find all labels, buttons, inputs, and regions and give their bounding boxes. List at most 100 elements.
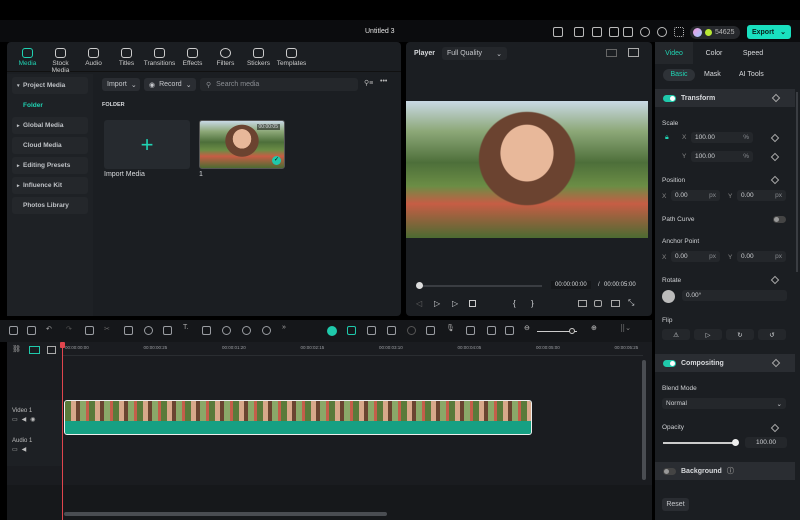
sidebar-item-cloud-media[interactable]: Cloud Media [12, 137, 88, 154]
send-icon[interactable] [574, 27, 584, 37]
sidebar-item-editing-presets[interactable]: ▸Editing Presets [12, 157, 88, 174]
credits-badge[interactable]: 54625 [690, 26, 740, 39]
blend-mode-dropdown[interactable]: Normal⌄ [662, 398, 786, 409]
tab-color[interactable]: Color [695, 42, 733, 64]
compositing-toggle[interactable] [663, 360, 676, 367]
preview-play-icon[interactable] [407, 326, 416, 335]
import-dropdown[interactable]: Import⌄ [102, 78, 140, 91]
stop-icon[interactable] [469, 300, 476, 307]
gift-icon[interactable] [553, 27, 563, 37]
save-icon[interactable] [623, 27, 633, 37]
flip-vertical-button[interactable]: ⚠︎ [662, 329, 690, 340]
replace-icon[interactable] [487, 326, 496, 335]
camera-icon[interactable] [594, 300, 602, 307]
microphone-icon[interactable]: 🎙︎ [446, 324, 455, 332]
track-manager-icon[interactable] [47, 346, 56, 354]
play-icon[interactable]: ▷ [452, 299, 458, 308]
project-icon[interactable] [592, 27, 602, 37]
path-curve-toggle[interactable] [773, 216, 786, 223]
keyframe-icon[interactable] [772, 359, 780, 367]
layout-grid-icon[interactable] [9, 326, 18, 335]
rotate-ccw-button[interactable]: ↺ [758, 329, 786, 340]
playhead-line[interactable] [62, 342, 63, 520]
audio-tool-icon[interactable] [163, 326, 172, 335]
mark-out-icon[interactable]: } [531, 299, 534, 308]
fullscreen-icon[interactable]: ⤡ [628, 298, 634, 308]
zoom-slider-knob[interactable] [569, 328, 575, 334]
undo-icon[interactable]: ↶ [46, 325, 52, 333]
keyframe-icon[interactable] [771, 134, 779, 142]
tab-transitions[interactable]: Transitions [143, 46, 176, 71]
color-icon[interactable] [242, 326, 251, 335]
search-input[interactable]: ⚲Search media [200, 78, 358, 91]
position-y-input[interactable]: 0.00px [737, 190, 786, 201]
crop-icon[interactable] [124, 326, 133, 335]
tab-audio[interactable]: Audio [77, 46, 110, 71]
background-toggle[interactable] [663, 468, 676, 475]
fit-icon[interactable] [505, 326, 514, 335]
cloud-icon[interactable] [640, 27, 650, 37]
timer-icon[interactable] [222, 326, 231, 335]
sidebar-item-folder[interactable]: Folder [12, 97, 88, 114]
speed-icon[interactable] [144, 326, 153, 335]
tab-filters[interactable]: Filters [209, 46, 242, 71]
zoom-in-icon[interactable]: ⊕ [591, 324, 597, 332]
sidebar-item-photos-library[interactable]: Photos Library [12, 197, 88, 214]
keyframe-icon[interactable] [771, 153, 779, 161]
select-tool-icon[interactable] [27, 326, 36, 335]
track-layout-icon[interactable]: ⣿⌄ [620, 324, 631, 332]
cut-icon[interactable]: ✂ [104, 325, 110, 333]
opacity-input[interactable]: 100.00 [745, 437, 787, 448]
subtab-ai-tools[interactable]: AI Tools [739, 71, 764, 78]
tab-titles[interactable]: Titles [110, 46, 143, 71]
background-section-header[interactable]: Backgroundⓘ [655, 462, 795, 480]
zoom-out-icon[interactable]: ⊖ [524, 324, 530, 332]
add-track-icon[interactable] [29, 346, 40, 354]
scale-y-input[interactable]: 100.00% [691, 151, 753, 162]
subtab-mask[interactable]: Mask [704, 71, 721, 78]
display-icon[interactable] [578, 300, 587, 307]
sidebar-item-project-media[interactable]: ▾Project Media [12, 77, 88, 94]
anchor-x-input[interactable]: 0.00px [671, 251, 720, 262]
step-forward-icon[interactable]: ▷ [434, 299, 440, 308]
scrollbar[interactable] [796, 92, 798, 272]
keyframe-icon[interactable] [772, 94, 780, 102]
layout-icon[interactable] [609, 27, 619, 37]
vertical-scrollbar[interactable] [642, 360, 646, 480]
import-media-button[interactable]: + [104, 120, 190, 169]
export-button[interactable]: Export⌄ [747, 25, 791, 39]
lock-ratio-icon[interactable]: 🔒︎ [665, 134, 669, 142]
support-icon[interactable] [657, 27, 667, 37]
tab-media[interactable]: Media [11, 46, 44, 71]
sidebar-item-global-media[interactable]: ▸Global Media [12, 117, 88, 134]
text-tool-icon[interactable]: T. [183, 324, 188, 331]
folder-icon[interactable]: ▭ [12, 417, 22, 423]
eye-icon[interactable]: ◉ [30, 417, 39, 423]
video-clip[interactable] [64, 400, 532, 435]
tab-stickers[interactable]: Stickers [242, 46, 275, 71]
mark-in-icon[interactable]: { [513, 299, 516, 308]
shape-icon[interactable] [202, 326, 211, 335]
media-clip-thumbnail[interactable]: 00:00:05 ✓ [199, 120, 285, 169]
tab-templates[interactable]: Templates [275, 46, 308, 71]
render-icon[interactable] [387, 326, 396, 335]
folder-icon[interactable]: ▭ [12, 447, 22, 453]
transform-section-header[interactable]: Transform [655, 89, 795, 107]
snapshot-icon[interactable] [628, 48, 639, 57]
redo-icon[interactable]: ↷ [66, 325, 72, 333]
rotate-input[interactable]: 0.00° [682, 290, 787, 301]
snap-icon[interactable] [347, 326, 356, 335]
playhead-handle[interactable] [60, 342, 65, 348]
volume-icon[interactable]: ◀ [22, 417, 31, 423]
opacity-slider-knob[interactable] [732, 439, 739, 446]
rotate-dial[interactable] [662, 290, 675, 303]
tab-effects[interactable]: Effects [176, 46, 209, 71]
quality-dropdown[interactable]: Full Quality⌄ [442, 47, 507, 60]
auto-ripple-icon[interactable] [367, 326, 376, 335]
keyframe-icon[interactable] [771, 176, 779, 184]
rotate-cw-button[interactable]: ↻ [726, 329, 754, 340]
audio-off-icon[interactable] [611, 300, 620, 307]
playback-slider[interactable] [418, 285, 542, 287]
prev-frame-icon[interactable]: ◁ [416, 299, 422, 308]
horizontal-scrollbar[interactable] [64, 512, 387, 516]
